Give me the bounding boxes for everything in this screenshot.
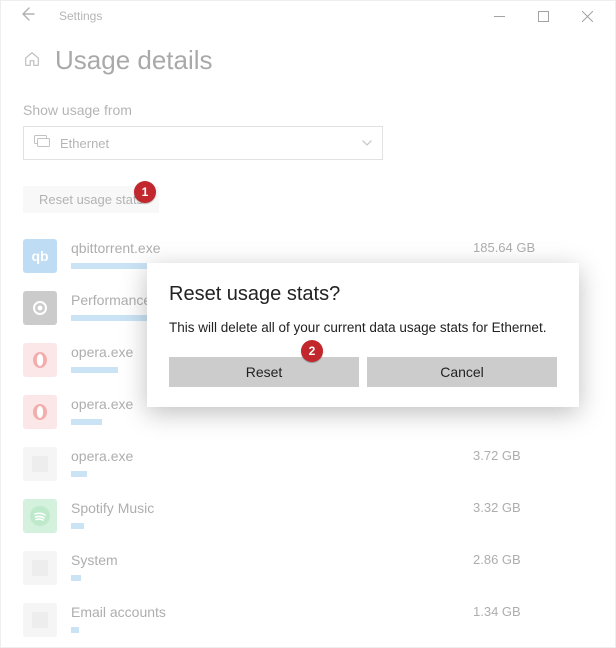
dialog-message: This will delete all of your current dat…: [169, 320, 557, 335]
ethernet-icon: [34, 135, 50, 152]
usage-bar: [71, 367, 118, 373]
reset-dialog: Reset usage stats? This will delete all …: [147, 263, 579, 407]
annotation-badge-1: 1: [134, 181, 156, 203]
app-name: System: [71, 551, 473, 569]
minimize-icon: [494, 11, 505, 22]
page-title: Usage details: [55, 45, 213, 76]
app-size: 1.34 GB: [473, 603, 593, 619]
app-size: 2.86 GB: [473, 551, 593, 567]
app-icon: [23, 291, 57, 325]
network-dropdown-value: Ethernet: [60, 136, 109, 151]
usage-bar: [71, 523, 84, 529]
chevron-down-icon: [362, 137, 372, 149]
settings-window: Settings Usage details Show usage from E…: [0, 0, 616, 648]
app-icon: [23, 343, 57, 377]
maximize-button[interactable]: [521, 1, 565, 31]
page-header: Usage details: [23, 45, 593, 76]
window-title: Settings: [59, 9, 102, 23]
home-icon[interactable]: [23, 50, 41, 71]
usage-bar: [71, 627, 79, 633]
usage-bar: [71, 419, 102, 425]
app-size: 3.32 GB: [473, 499, 593, 515]
app-icon: [23, 603, 57, 637]
dialog-reset-button[interactable]: Reset: [169, 357, 359, 387]
back-button[interactable]: [13, 6, 41, 27]
app-icon: [23, 499, 57, 533]
titlebar: Settings: [1, 1, 615, 31]
app-row[interactable]: opera.exe3.72 GB: [23, 447, 593, 481]
maximize-icon: [538, 11, 549, 22]
close-icon: [582, 11, 593, 22]
app-name: Email accounts: [71, 603, 473, 621]
app-icon: qb: [23, 239, 57, 273]
app-name: Spotify Music: [71, 499, 473, 517]
usage-bar: [71, 471, 87, 477]
usage-bar: [71, 575, 81, 581]
app-name: opera.exe: [71, 447, 473, 465]
app-size: 185.64 GB: [473, 239, 593, 255]
network-dropdown[interactable]: Ethernet: [23, 126, 383, 160]
app-icon: [23, 447, 57, 481]
app-row[interactable]: System2.86 GB: [23, 551, 593, 585]
app-size: 3.72 GB: [473, 447, 593, 463]
annotation-badge-2: 2: [301, 340, 323, 362]
dialog-cancel-button[interactable]: Cancel: [367, 357, 557, 387]
close-button[interactable]: [565, 1, 609, 31]
app-name: qbittorrent.exe: [71, 239, 473, 257]
app-icon: [23, 395, 57, 429]
app-row[interactable]: Spotify Music3.32 GB: [23, 499, 593, 533]
show-usage-label: Show usage from: [23, 102, 593, 118]
app-row[interactable]: Email accounts1.34 GB: [23, 603, 593, 637]
minimize-button[interactable]: [477, 1, 521, 31]
app-icon: [23, 551, 57, 585]
dialog-title: Reset usage stats?: [169, 283, 557, 306]
back-arrow-icon: [19, 6, 35, 22]
